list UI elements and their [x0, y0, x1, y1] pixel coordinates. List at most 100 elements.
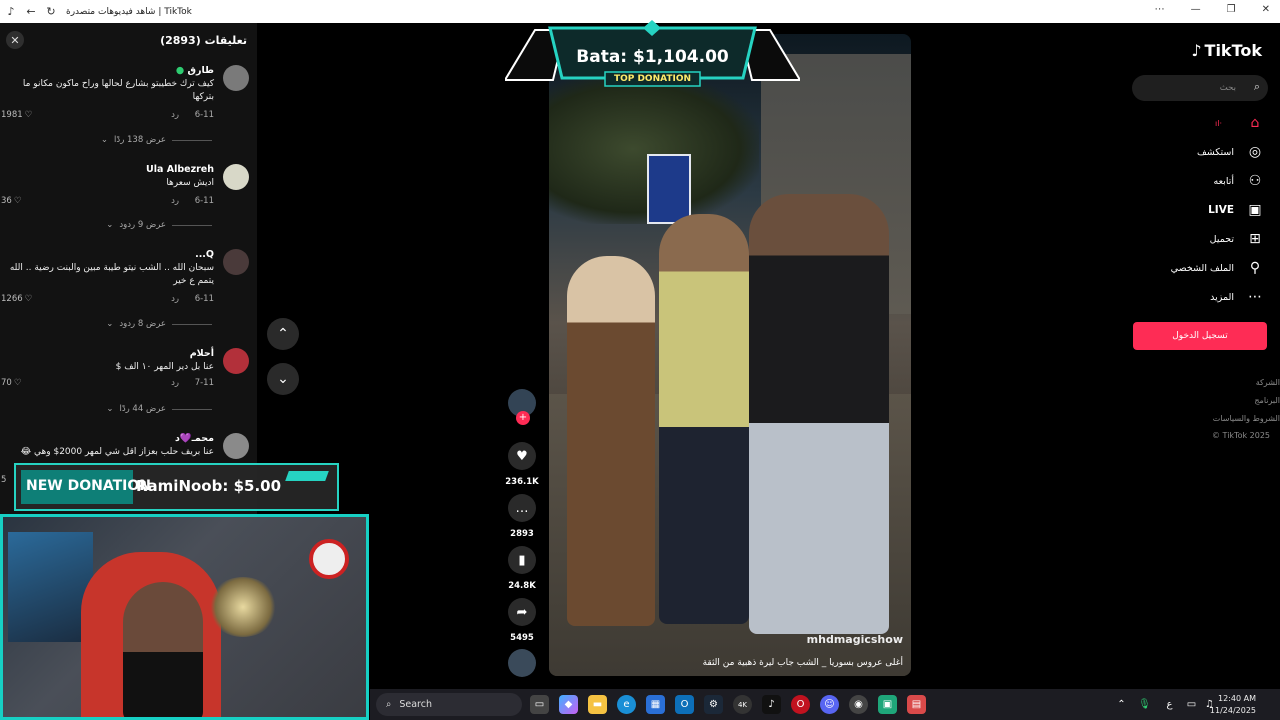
comment-icon[interactable]: … [508, 494, 536, 522]
like-button[interactable]: 36 ♡ [1, 196, 21, 206]
chevron-down-icon: ⌄ [106, 319, 114, 329]
taskbar-search[interactable]: ⌕ Search [376, 693, 522, 716]
chevron-down-icon: ⌄ [106, 404, 114, 414]
music-disc-icon[interactable] [508, 649, 536, 677]
view-replies-button[interactable]: عرض 44 ردًا ⌄ [106, 404, 212, 414]
tiktok-app-icon[interactable]: ♪ [762, 695, 781, 714]
avatar[interactable] [223, 348, 249, 374]
steam-icon[interactable]: ⚙ [704, 695, 723, 714]
bookmark-icon[interactable]: ▮ [508, 546, 536, 574]
comment-author[interactable]: أحلام [190, 348, 214, 359]
creator-avatar[interactable]: + [508, 389, 536, 425]
like-count: 236.1K [505, 477, 539, 487]
view-replies-button[interactable]: عرض 8 ردود ⌄ [106, 319, 212, 329]
comments-header: تعليقات (2893) [160, 34, 247, 47]
menu-icon[interactable]: ⋯ [1155, 4, 1165, 15]
live-icon: ▣ [1248, 202, 1262, 218]
streamlabs-icon[interactable]: ▤ [907, 695, 926, 714]
task-view-icon[interactable]: ▭ [530, 695, 549, 714]
network-icon[interactable]: ▭ [1182, 695, 1201, 714]
tiktok-logo[interactable]: ♪ TikTok [1191, 41, 1262, 60]
heart-icon: ♡ [24, 110, 33, 120]
user-icon: ⚲ [1249, 260, 1261, 276]
obs-icon[interactable]: ◉ [849, 695, 868, 714]
4k-app-icon[interactable]: 4K [733, 695, 752, 714]
nav-upload[interactable]: ⊞ تحميل [1210, 231, 1264, 247]
video-person [749, 194, 889, 634]
save-action[interactable]: ▮ 24.8K [508, 546, 536, 591]
like-button[interactable]: 1981 ♡ [1, 110, 32, 120]
comment-author[interactable]: محمـ💜د [175, 433, 214, 444]
avatar[interactable] [223, 164, 249, 190]
footer-terms-link[interactable]: الشروط والسياسات [1213, 414, 1280, 423]
view-replies-button[interactable]: عرض 9 ردود ⌄ [106, 220, 212, 230]
search-input[interactable]: بحث ⌕ [1132, 75, 1268, 101]
chevron-down-icon: ⌄ [277, 371, 289, 387]
nav-profile[interactable]: ⚲ الملف الشخصي [1171, 260, 1264, 276]
restore-icon[interactable]: ❐ [1227, 4, 1236, 15]
nav-more[interactable]: ⋯ المزيد [1210, 289, 1264, 305]
comment-date: 7-11 [194, 378, 214, 388]
login-button[interactable]: تسجيل الدخول [1133, 322, 1267, 350]
language-indicator[interactable]: ع [1160, 695, 1179, 714]
previous-video-button[interactable]: ⌃ [267, 318, 299, 350]
microphone-icon[interactable]: 🎙 [1135, 695, 1154, 714]
discord-icon[interactable]: ☺ [820, 695, 839, 714]
share-action[interactable]: ➦ 5495 [508, 598, 536, 643]
like-button[interactable]: 70 ♡ [1, 378, 21, 388]
webcam-streamer [123, 582, 203, 717]
nav-explore[interactable]: ◎ استكشف [1197, 144, 1264, 160]
reply-button[interactable]: رد [171, 196, 179, 206]
close-icon[interactable]: ✕ [6, 31, 24, 49]
comment-text: سبحان الله .. الشب نيتو طيبة مبين والبنت… [9, 263, 214, 286]
like-button[interactable]: 5 [1, 475, 6, 485]
chevron-up-icon: ⌃ [277, 326, 289, 342]
chevron-up-icon[interactable]: ⌃ [1112, 695, 1131, 714]
follow-plus-icon[interactable]: + [516, 411, 530, 425]
comment-author[interactable]: طارق ● [176, 65, 214, 76]
new-donation-text: RamiNoob: $5.00 [136, 477, 282, 495]
file-explorer-icon[interactable]: ▬ [588, 695, 607, 714]
outlook-icon[interactable]: O [675, 695, 694, 714]
video-player[interactable]: mhdmagicshow أغلى عروس بسوريا _ الشب جاب… [549, 34, 911, 676]
share-icon[interactable]: ➦ [508, 598, 536, 626]
reload-icon[interactable]: ↻ [44, 5, 58, 19]
minimize-icon[interactable]: — [1191, 4, 1201, 15]
search-icon[interactable]: ⌕ [1254, 80, 1260, 94]
footer-copyright: TikTok 2025 © [1212, 431, 1270, 440]
comment-date: 6-11 [194, 196, 214, 206]
footer-program-link[interactable]: البرنامج [1254, 396, 1280, 405]
system-clock[interactable]: 12:40 AM 11/24/2025 [1210, 693, 1256, 717]
next-video-button[interactable]: ⌄ [267, 363, 299, 395]
comment-text: اديش سعرها [166, 178, 214, 188]
like-button[interactable]: 1266 ♡ [1, 294, 32, 304]
reply-button[interactable]: رد [171, 110, 179, 120]
opera-icon[interactable]: O [791, 695, 810, 714]
nav-for-you[interactable]: ⌂ ·ıl [1215, 115, 1264, 131]
heart-icon: ♡ [24, 294, 33, 304]
copilot-icon[interactable]: ◆ [559, 695, 578, 714]
close-window-icon[interactable]: ✕ [1262, 4, 1270, 15]
reply-button[interactable]: رد [171, 378, 179, 388]
video-caption: أغلى عروس بسوريا _ الشب جاب ليرة ذهبية م… [702, 658, 903, 668]
comment-author[interactable]: Ula Albezreh [146, 164, 214, 175]
avatar[interactable] [223, 249, 249, 275]
avatar[interactable] [223, 65, 249, 91]
nav-following[interactable]: ⚇ أتابعه [1214, 173, 1265, 189]
no-smoking-sign-icon [309, 539, 349, 579]
footer-company-link[interactable]: الشركة [1256, 378, 1280, 387]
tiktok-favicon-icon: ♪ [7, 5, 15, 18]
store-icon[interactable]: ▦ [646, 695, 665, 714]
comment-action[interactable]: … 2893 [508, 494, 536, 539]
video-watermark: mhdmagicshow [806, 633, 903, 646]
comment-author[interactable]: Q... [195, 249, 214, 260]
edge-icon[interactable]: e [617, 695, 636, 714]
heart-icon[interactable]: ♥ [508, 442, 536, 470]
like-action[interactable]: ♥ 236.1K [505, 442, 539, 487]
reply-button[interactable]: رد [171, 294, 179, 304]
chat-app-icon[interactable]: ▣ [878, 695, 897, 714]
nav-live[interactable]: ▣ LIVE [1208, 202, 1264, 218]
view-replies-button[interactable]: عرض 138 ردًا ⌄ [101, 135, 212, 145]
avatar[interactable] [223, 433, 249, 459]
back-icon[interactable]: ← [24, 5, 38, 19]
